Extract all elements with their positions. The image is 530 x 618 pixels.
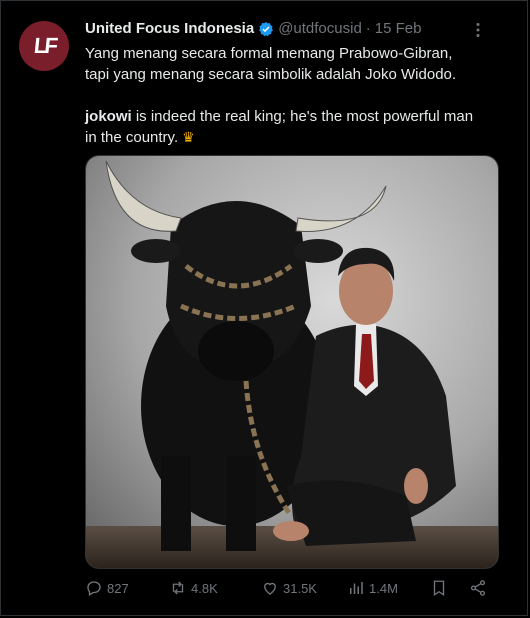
bookmark-button[interactable] (430, 579, 448, 597)
like-button[interactable]: 31.5K (261, 579, 317, 597)
display-name[interactable]: United Focus Indonesia (85, 20, 254, 37)
tweet-line-3: jokowi is indeed the real king; he's the… (85, 106, 505, 127)
tweet-line-1: Yang menang secara formal memang Prabowo… (85, 45, 453, 62)
tweet-image[interactable] (85, 155, 499, 569)
tweet-line-2: tapi yang menang secara simbolik adalah … (85, 66, 457, 83)
avatar-logo: LF (32, 33, 56, 58)
heart-icon (264, 582, 276, 595)
tweet-line-4-text: in the country. (85, 129, 179, 146)
views-button[interactable]: 1.4M (347, 579, 398, 597)
crown-icon: ♛ (182, 129, 195, 145)
share-button[interactable] (469, 579, 487, 597)
tweet-line-3-rest: is indeed the real king; he's the most p… (131, 108, 474, 125)
verified-badge-icon (259, 21, 274, 36)
like-count: 31.5K (283, 580, 317, 596)
reply-button[interactable]: 827 (85, 579, 129, 597)
repost-icon (172, 581, 184, 595)
bookmark-icon (433, 580, 445, 597)
repost-button[interactable]: 4.8K (169, 579, 218, 597)
share-icon (470, 580, 486, 596)
timestamp[interactable]: 15 Feb (375, 20, 422, 37)
tweet-card: LF United Focus Indonesia @utdfocusid · … (0, 0, 528, 616)
reply-icon (87, 581, 101, 596)
bull-and-man-illustration (86, 156, 498, 568)
tweet-header: United Focus Indonesia @utdfocusid · 15 … (85, 20, 487, 37)
tweet-actions: 827 4.8K 31.5K 1.4M (85, 579, 497, 603)
handle[interactable]: @utdfocusid (278, 20, 362, 37)
bold-mention: jokowi (85, 108, 132, 125)
separator: · (365, 20, 371, 37)
views-icon (350, 582, 363, 594)
tweet-text: Yang menang secara formal memang Prabowo… (85, 43, 505, 148)
repost-count: 4.8K (191, 580, 218, 596)
views-count: 1.4M (369, 580, 398, 596)
tweet-line-4: in the country. ♛ (85, 127, 505, 148)
reply-count: 827 (107, 580, 129, 596)
avatar[interactable]: LF (19, 21, 69, 71)
more-options-icon[interactable] (469, 21, 487, 39)
